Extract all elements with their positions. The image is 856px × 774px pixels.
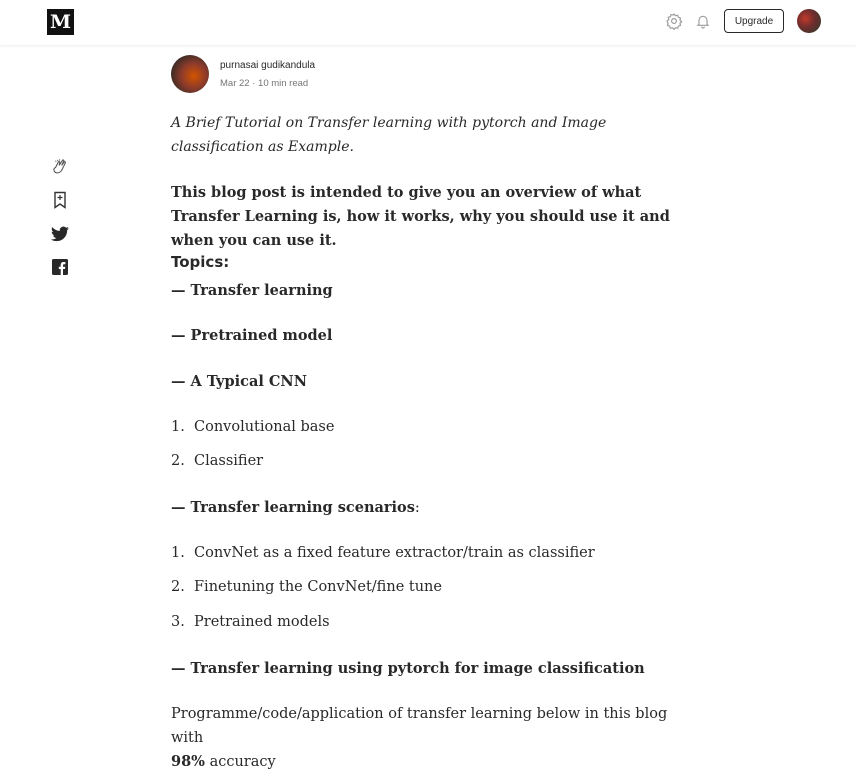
notifications-icon[interactable]: [694, 12, 712, 30]
upgrade-button[interactable]: Upgrade: [724, 9, 784, 33]
list-number: 2.: [171, 453, 185, 469]
list-item: 1. Convolutional base: [171, 417, 334, 437]
bookmark-icon[interactable]: [49, 190, 71, 210]
closing-text: Programme/code/application of transfer l…: [171, 706, 668, 746]
twitter-icon[interactable]: [49, 224, 71, 244]
list-item: 1. ConvNet as a fixed feature extractor/t…: [171, 543, 595, 563]
article-meta: Mar 22 · 10 min read: [220, 78, 308, 89]
list-number: 2.: [171, 579, 185, 595]
list-text: Finetuning the ConvNet/fine tune: [194, 579, 442, 595]
accuracy-value: 98%: [171, 753, 205, 770]
list-number: 3.: [171, 614, 185, 630]
topic-scenarios-tail: :: [414, 500, 420, 516]
user-avatar[interactable]: [797, 9, 821, 33]
list-item: 2. Classifier: [171, 451, 263, 471]
author-avatar[interactable]: [171, 55, 209, 93]
meta-separator: ·: [252, 78, 256, 89]
medium-logo[interactable]: M: [47, 9, 74, 35]
author-name[interactable]: purnasai gudikandula: [220, 60, 315, 71]
clap-icon[interactable]: [49, 157, 71, 177]
list-text: ConvNet as a fixed feature extractor/tra…: [194, 545, 595, 561]
topic-typical-cnn: — A Typical CNN: [171, 373, 307, 390]
list-text: Pretrained models: [194, 614, 330, 630]
list-number: 1.: [171, 545, 185, 561]
topic-pytorch-classification: — Transfer learning using pytorch for im…: [171, 660, 645, 677]
topic-scenarios-bold: — Transfer learning scenarios: [171, 499, 415, 516]
topic-pretrained-model: — Pretrained model: [171, 327, 333, 344]
facebook-icon[interactable]: [49, 257, 71, 277]
settings-icon[interactable]: [665, 12, 683, 30]
list-number: 1.: [171, 419, 185, 435]
topics-heading: Topics:: [171, 253, 230, 271]
article-subtitle: A Brief Tutorial on Transfer learning wi…: [171, 115, 607, 155]
list-item: 2. Finetuning the ConvNet/fine tune: [171, 577, 442, 597]
topic-scenarios: — Transfer learning scenarios:: [171, 496, 701, 520]
publish-date: Mar 22: [220, 78, 250, 89]
list-text: Convolutional base: [194, 419, 335, 435]
list-text: Classifier: [194, 453, 264, 469]
read-time: 10 min read: [258, 78, 309, 89]
accuracy-label: accuracy: [204, 754, 276, 770]
closing-paragraph: Programme/code/application of transfer l…: [171, 702, 701, 774]
topic-transfer-learning: — Transfer learning: [171, 282, 333, 299]
list-item: 3. Pretrained models: [171, 612, 330, 632]
article-intro: This blog post is intended to give you a…: [171, 184, 670, 249]
top-navigation-bar: M Upgrade: [0, 0, 856, 45]
